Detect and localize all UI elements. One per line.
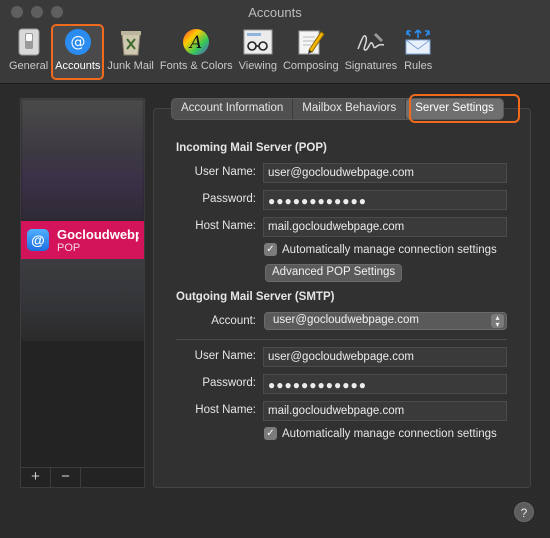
composing-pencil-icon: [296, 27, 326, 57]
outgoing-account-select[interactable]: user@gocloudwebpage.com ▴ ▾: [264, 312, 507, 330]
toolbar-signatures[interactable]: Signatures: [342, 24, 401, 80]
window-title: Accounts: [248, 5, 302, 20]
toolbar-composing[interactable]: Composing: [280, 24, 342, 80]
blurred-account-entries-lower: [21, 259, 144, 341]
incoming-username-field[interactable]: user@gocloudwebpage.com: [263, 163, 507, 183]
add-account-button[interactable]: +: [21, 468, 51, 487]
tab-account-information[interactable]: Account Information: [172, 99, 294, 119]
outgoing-auto-manage-checkbox[interactable]: ✓ Automatically manage connection settin…: [264, 427, 497, 440]
incoming-host-field[interactable]: mail.gocloudwebpage.com: [263, 217, 507, 237]
toolbar-general[interactable]: General: [6, 24, 51, 80]
toolbar-junk-mail-label: Junk Mail: [107, 60, 154, 72]
outgoing-account-label: Account:: [211, 315, 256, 327]
svg-text:A: A: [188, 33, 202, 53]
rules-envelope-icon: [403, 27, 433, 57]
toolbar-junk-mail[interactable]: Junk Mail: [104, 24, 156, 80]
window-titlebar: Accounts General @ Accounts Junk Mail A …: [0, 0, 550, 84]
remove-account-button[interactable]: −: [51, 468, 81, 487]
server-settings-highlight: [409, 94, 520, 123]
outgoing-host-label: Host Name:: [195, 404, 256, 416]
preferences-toolbar: General @ Accounts Junk Mail A Fonts & C…: [6, 24, 436, 80]
toolbar-fonts-colors[interactable]: A Fonts & Colors: [157, 24, 236, 80]
checkmark-icon: ✓: [264, 243, 277, 256]
help-button[interactable]: ?: [514, 502, 534, 522]
toolbar-composing-label: Composing: [282, 60, 339, 72]
account-list-controls: + −: [21, 467, 144, 487]
account-name: Gocloudwebpage.com: [57, 226, 139, 242]
incoming-host-label: Host Name:: [195, 220, 256, 232]
toolbar-general-label: General: [9, 60, 49, 72]
outgoing-divider: [176, 339, 507, 340]
fonts-colors-wheel-icon: A: [181, 27, 211, 57]
outgoing-password-field[interactable]: ●●●●●●●●●●●●: [263, 374, 507, 394]
blurred-account-entries: [21, 99, 144, 221]
incoming-auto-manage-label: Automatically manage connection settings: [282, 243, 497, 256]
account-list[interactable]: @ Gocloudwebpage.com POP + −: [20, 98, 145, 488]
incoming-auto-manage-checkbox[interactable]: ✓ Automatically manage connection settin…: [264, 243, 497, 256]
select-arrows-icon: ▴ ▾: [491, 314, 504, 329]
svg-text:@: @: [70, 33, 85, 51]
toolbar-viewing[interactable]: Viewing: [236, 24, 280, 80]
advanced-pop-settings-button[interactable]: Advanced POP Settings: [265, 264, 403, 282]
outgoing-username-field[interactable]: user@gocloudwebpage.com: [263, 347, 507, 367]
toolbar-accounts-label: Accounts: [55, 60, 101, 72]
toolbar-signatures-label: Signatures: [344, 60, 398, 72]
toolbar-fonts-colors-label: Fonts & Colors: [159, 60, 233, 72]
accounts-at-icon: @: [63, 27, 93, 57]
tab-mailbox-behaviors[interactable]: Mailbox Behaviors: [293, 99, 407, 119]
account-type: POP: [57, 241, 81, 254]
outgoing-password-label: Password:: [202, 377, 256, 389]
account-at-icon: @: [27, 229, 49, 251]
outgoing-account-value: user@gocloudwebpage.com: [273, 314, 419, 326]
checkmark-icon: ✓: [264, 427, 277, 440]
incoming-section-title: Incoming Mail Server (POP): [176, 142, 327, 154]
incoming-username-label: User Name:: [194, 166, 256, 178]
toolbar-rules-label: Rules: [404, 60, 433, 72]
signatures-pen-icon: [356, 27, 386, 57]
junk-trash-icon: [116, 27, 146, 57]
incoming-password-field[interactable]: ●●●●●●●●●●●●: [263, 190, 507, 210]
outgoing-host-field[interactable]: mail.gocloudwebpage.com: [263, 401, 507, 421]
toolbar-accounts[interactable]: @ Accounts: [51, 24, 105, 80]
incoming-password-label: Password:: [202, 193, 256, 205]
account-item-selected[interactable]: @ Gocloudwebpage.com POP: [21, 221, 144, 259]
toolbar-viewing-label: Viewing: [238, 60, 277, 72]
general-switch-icon: [14, 27, 44, 57]
outgoing-section-title: Outgoing Mail Server (SMTP): [176, 291, 335, 303]
toolbar-rules[interactable]: Rules: [400, 24, 436, 80]
outgoing-auto-manage-label: Automatically manage connection settings: [282, 427, 497, 440]
outgoing-username-label: User Name:: [194, 350, 256, 362]
viewing-glasses-icon: [243, 27, 273, 57]
